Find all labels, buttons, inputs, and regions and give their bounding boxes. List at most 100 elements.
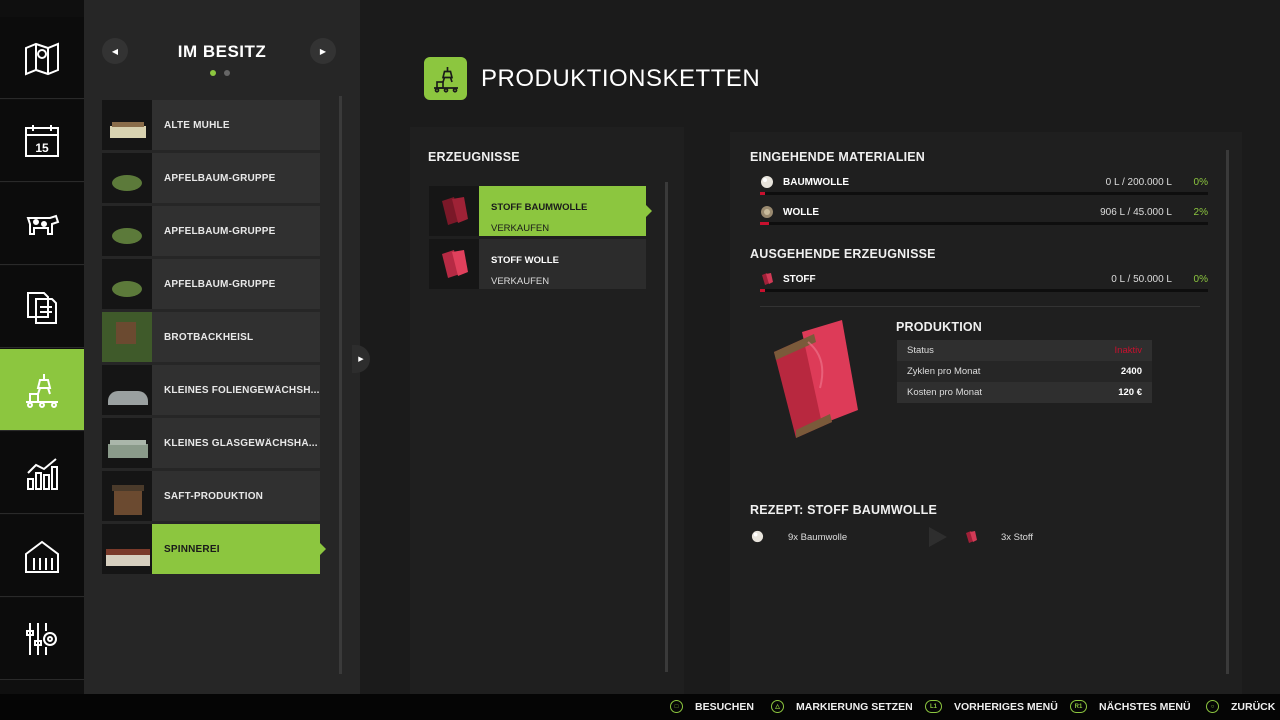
back-button[interactable]: ○ ZURÜCK (1206, 700, 1275, 713)
product-item-selected[interactable]: STOFF BAUMWOLLE VERKAUFEN (429, 186, 652, 236)
set-marker-label: MARKIERUNG SETZEN (796, 700, 913, 713)
fabric-icon (762, 273, 773, 285)
material-percent: 0% (1193, 177, 1208, 188)
tree-thumbnail (102, 206, 152, 256)
triangle-button-icon: △ (771, 700, 784, 713)
calendar-icon: 15 (25, 124, 59, 157)
product-action: VERKAUFEN (491, 223, 550, 234)
material-percent: 0% (1193, 274, 1208, 285)
row-key: Kosten pro Monat (907, 387, 982, 398)
products-scrollbar[interactable] (665, 182, 668, 672)
list-item[interactable]: BROTBACKHEISL (102, 312, 320, 362)
production-icon (26, 373, 58, 408)
nav-calendar-button[interactable]: 15 (0, 100, 84, 182)
circle-button-icon: ○ (1206, 700, 1219, 713)
fabric-icon (966, 531, 977, 543)
greenhouse-thumbnail (102, 418, 152, 468)
product-name: STOFF WOLLE (491, 255, 559, 266)
list-item[interactable]: KLEINES GLASGEWÄCHSHA... (102, 418, 320, 468)
row-key: Zyklen pro Monat (907, 366, 981, 377)
list-item-label: SAFT-PRODUKTION (164, 490, 264, 502)
material-name: WOLLE (783, 207, 820, 218)
owned-next-button[interactable]: ▶ (310, 38, 336, 64)
set-marker-button[interactable]: △ MARKIERUNG SETZEN (771, 700, 913, 713)
product-name: STOFF BAUMWOLLE (491, 202, 588, 213)
list-item[interactable]: APFELBAUM-GRUPPE (102, 259, 320, 309)
tree-thumbnail (102, 259, 152, 309)
list-item[interactable]: SAFT-PRODUKTION (102, 471, 320, 521)
fill-level (760, 222, 769, 225)
previous-menu-button[interactable]: L1 VORHERIGES MENÜ (925, 700, 1058, 713)
list-item[interactable]: APFELBAUM-GRUPPE (102, 153, 320, 203)
statistics-icon (27, 457, 58, 490)
row-key: Status (907, 345, 934, 356)
outgoing-title: AUSGEHENDE ERZEUGNISSE (750, 247, 936, 261)
main-nav: 15 (0, 0, 91, 694)
nav-animals-button[interactable] (0, 183, 84, 265)
material-row: WOLLE 906 L / 45.000 L 2% (760, 205, 1208, 225)
cost-value: 120 € (1118, 387, 1142, 398)
nav-contracts-button[interactable] (0, 266, 84, 348)
recipe-output: 3x Stoff (1001, 532, 1034, 543)
incoming-title: EINGEHENDE MATERIALIEN (750, 150, 926, 164)
visit-button[interactable]: □ BESUCHEN (670, 700, 754, 713)
list-item-label: SPINNEREI (164, 543, 220, 555)
fabric-icon (429, 239, 479, 289)
owned-scrollbar[interactable] (339, 96, 342, 674)
list-item-label: APFELBAUM-GRUPPE (164, 172, 276, 184)
building-thumbnail (102, 471, 152, 521)
product-action: VERKAUFEN (491, 276, 550, 287)
back-label: ZURÜCK (1231, 700, 1276, 713)
product-item[interactable]: STOFF WOLLE VERKAUFEN (429, 239, 646, 289)
recipe-arrow-icon (929, 527, 947, 547)
material-row: BAUMWOLLE 0 L / 200.000 L 0% (760, 175, 1208, 195)
material-percent: 2% (1193, 207, 1208, 218)
fabric-icon (429, 186, 479, 236)
list-item[interactable]: ALTE MÜHLE (102, 100, 320, 150)
list-item-label: APFELBAUM-GRUPPE (164, 225, 276, 237)
nav-buildings-button[interactable] (0, 515, 84, 597)
list-item-label: KLEINES GLASGEWÄCHSHA... (164, 437, 318, 449)
fabric-illustration (774, 320, 858, 438)
production-cycles-row: Zyklen pro Monat 2400 (897, 361, 1152, 382)
material-fill-bar (760, 289, 1208, 292)
nav-map-button[interactable] (0, 17, 84, 99)
wool-icon (761, 206, 773, 218)
cotton-icon (751, 530, 764, 543)
production-title: PRODUKTION (896, 320, 983, 334)
list-item-label: BROTBACKHEISL (164, 331, 254, 343)
collapse-panel-button[interactable]: ▶ (352, 345, 370, 373)
list-item-label: KLEINES FOLIENGEWÄCHSH... (164, 384, 320, 396)
nav-settings-button[interactable] (0, 598, 84, 680)
fill-level (760, 192, 765, 195)
list-item-selected[interactable]: SPINNEREI (102, 524, 326, 574)
details-scrollbar[interactable] (1226, 150, 1229, 674)
contracts-icon (27, 291, 57, 324)
divider (760, 306, 1200, 307)
cycles-value: 2400 (1120, 366, 1142, 377)
material-fill-bar (760, 192, 1208, 195)
list-item[interactable]: KLEINES FOLIENGEWÄCHSH... (102, 365, 320, 415)
list-item-label: ALTE MÜHLE (164, 119, 230, 131)
material-name: STOFF (783, 274, 816, 285)
material-fill-bar (760, 222, 1208, 225)
products-title: ERZEUGNISSE (428, 150, 520, 164)
nav-production-button[interactable] (0, 349, 91, 431)
barn-icon (25, 540, 59, 573)
r1-button-icon: R1 (1070, 700, 1087, 713)
material-name: BAUMWOLLE (783, 177, 850, 188)
next-menu-button[interactable]: R1 NÄCHSTES MENÜ (1070, 700, 1191, 713)
building-thumbnail (102, 524, 152, 574)
material-amount: 0 L / 200.000 L (1105, 177, 1172, 188)
previous-menu-label: VORHERIGES MENÜ (954, 700, 1058, 713)
list-item[interactable]: APFELBAUM-GRUPPE (102, 206, 320, 256)
map-icon (25, 42, 59, 75)
cotton-icon (761, 176, 773, 188)
tree-thumbnail (102, 153, 152, 203)
production-cost-row: Kosten pro Monat 120 € (897, 382, 1152, 403)
nav-statistics-button[interactable] (0, 432, 84, 514)
production-status-row: Status Inaktiv (897, 340, 1152, 361)
recipe-input: 9x Baumwolle (788, 532, 848, 543)
production-chain-icon (424, 57, 467, 100)
page-dot-active (210, 70, 216, 76)
